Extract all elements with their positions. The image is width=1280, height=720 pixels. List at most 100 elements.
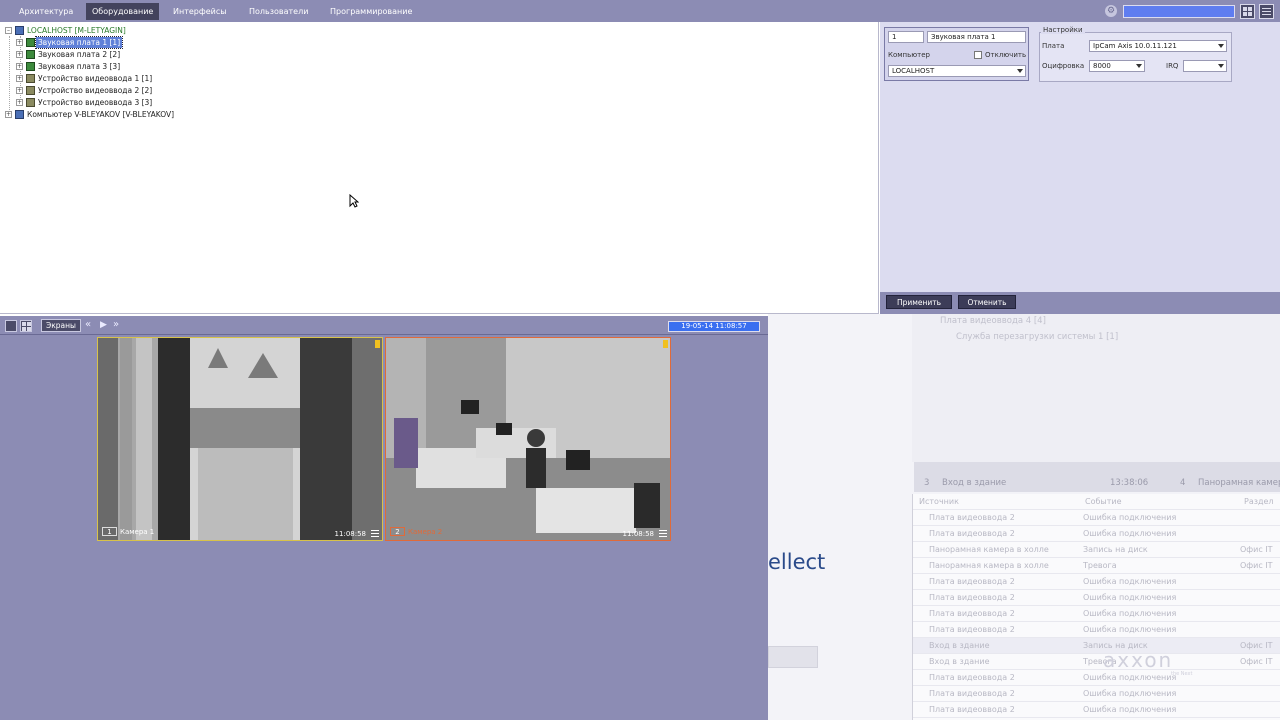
video-input-icon [26, 86, 35, 95]
table-row: Плата видеоввода 2 Ошибка подключения [913, 606, 1280, 622]
computer-label: Компьютер [888, 51, 930, 59]
single-layout-button[interactable] [5, 320, 17, 332]
row-event: Ошибка подключения [1083, 705, 1177, 714]
row-source: Панорамная камера в холле [929, 561, 1049, 570]
row-source: Плата видеоввода 2 [929, 577, 1015, 586]
background-strip-label: Вход в здание [942, 478, 1007, 488]
main-menu-bar: Архитектура Оборудование Интерфейсы Поль… [0, 0, 1280, 22]
collapse-icon[interactable]: – [5, 27, 12, 34]
irq-select[interactable] [1183, 60, 1227, 72]
computer-icon [15, 110, 24, 119]
tab-hardware[interactable]: Оборудование [86, 3, 160, 20]
board-select[interactable]: IpCam Axis 10.0.11.121 [1089, 40, 1227, 52]
dropdown-arrow-icon [1218, 44, 1224, 48]
row-section: Офис IT [1240, 561, 1273, 570]
camera-1-view[interactable]: 1 Камера 1 11:08:58 [97, 337, 383, 541]
grid-layout-button[interactable] [20, 320, 32, 332]
tree-item-computer-v-bleyakov[interactable]: + Компьютер V-BLEYAKOV [V-BLEYAKOV] [0, 109, 300, 120]
row-source: Плата видеоввода 2 [929, 593, 1015, 602]
row-event: Тревога [1083, 561, 1117, 570]
expand-icon[interactable]: + [16, 63, 23, 70]
tab-architecture[interactable]: Архитектура [13, 3, 79, 20]
apply-button[interactable]: Применить [886, 295, 952, 309]
digitize-label: Оцифровка [1042, 62, 1085, 70]
layout-grid-button[interactable] [1240, 4, 1255, 19]
row-source: Плата видеоввода 2 [929, 609, 1015, 618]
row-source: Вход в здание [929, 657, 990, 666]
tree-item-sound-card-2[interactable]: + Звуковая плата 2 [2] [0, 49, 300, 60]
dropdown-arrow-icon [1136, 64, 1142, 68]
row-event: Ошибка подключения [1083, 577, 1177, 586]
digitize-select-value: 8000 [1093, 62, 1111, 70]
object-id-field[interactable]: 1 [888, 31, 924, 43]
expand-icon[interactable]: + [16, 75, 23, 82]
tree-item-video-input-2[interactable]: + Устройство видеоввода 2 [2] [0, 85, 300, 96]
expand-icon[interactable]: + [5, 111, 12, 118]
row-source: Плата видеоввода 2 [929, 625, 1015, 634]
hardware-tree-panel: – LOCALHOST [M-LETYAGIN] + Звуковая плат… [0, 22, 879, 314]
tree-item-video-input-1[interactable]: + Устройство видеоввода 1 [1] [0, 73, 300, 84]
row-event: Ошибка подключения [1083, 513, 1177, 522]
camera-menu-icon[interactable] [371, 530, 379, 537]
cancel-button[interactable]: Отменить [958, 295, 1016, 309]
board-select-value: IpCam Axis 10.0.11.121 [1093, 42, 1177, 50]
row-event: Ошибка подключения [1083, 689, 1177, 698]
tree-item-label: Компьютер V-BLEYAKOV [V-BLEYAKOV] [27, 110, 175, 119]
tree-item-localhost[interactable]: – LOCALHOST [M-LETYAGIN] [0, 25, 300, 36]
search-input[interactable] [1123, 5, 1235, 18]
play-icon[interactable]: ▶ [100, 319, 107, 331]
rewind-icon[interactable]: « [85, 319, 91, 331]
date-time-display: 19-05-14 11:08:57 [668, 321, 760, 332]
screens-button[interactable]: Экраны [41, 319, 81, 332]
tree-item-label: Устройство видеоввода 3 [3] [38, 98, 153, 107]
main-menu-button[interactable] [1259, 4, 1274, 19]
settings-action-bar: Применить Отменить [880, 292, 1280, 314]
row-source: Плата видеоввода 2 [929, 689, 1015, 698]
table-row: Плата видеоввода 2 Ошибка подключения [913, 622, 1280, 638]
row-section: Офис IT [1240, 641, 1273, 650]
camera-2-view[interactable]: 2 Камера 2 11:08:58 [385, 337, 671, 541]
expand-icon[interactable]: + [16, 87, 23, 94]
video-toolbar: Экраны « ▶ » 19-05-14 11:08:57 [0, 316, 768, 335]
object-settings-panel: 1 Звуковая плата 1 Компьютер Отключить L… [880, 22, 1280, 314]
background-strip-time: 13:38:06 [1110, 478, 1149, 488]
computer-select[interactable]: LOCALHOST [888, 65, 1026, 77]
fast-forward-icon[interactable]: » [113, 319, 119, 331]
irq-label: IRQ [1166, 62, 1179, 70]
background-event-table: Источник Событие Раздел Плата видеоввода… [912, 494, 1280, 720]
background-strip-label: Панорамная камера [1198, 478, 1280, 488]
tab-programming[interactable]: Программирование [324, 3, 418, 20]
tab-users[interactable]: Пользователи [243, 3, 314, 20]
sound-card-icon [26, 38, 35, 47]
tree-item-sound-card-1[interactable]: + Звуковая плата 1 [1] [0, 36, 300, 49]
camera-menu-icon[interactable] [659, 530, 667, 537]
tab-interfaces[interactable]: Интерфейсы [167, 3, 233, 20]
object-name-field[interactable]: Звуковая плата 1 [927, 31, 1026, 43]
settings-gear-icon[interactable]: ⚙ [1105, 5, 1117, 17]
camera-number: 1 [102, 527, 117, 536]
digitize-select[interactable]: 8000 [1089, 60, 1145, 72]
table-row: Плата видеоввода 2 Ошибка подключения [913, 702, 1280, 718]
camera-1-time: 11:08:58 [334, 530, 366, 538]
disable-checkbox[interactable] [974, 51, 982, 59]
camera-2-title: 2 Камера 2 [390, 527, 442, 538]
table-row: Плата видеоввода 2 Ошибка подключения [913, 670, 1280, 686]
dropdown-arrow-icon [1017, 69, 1023, 73]
tree-item-label: Устройство видеоввода 1 [1] [38, 74, 153, 83]
expand-icon[interactable]: + [16, 39, 23, 46]
disable-label: Отключить [985, 51, 1027, 59]
tree-item-sound-card-3[interactable]: + Звуковая плата 3 [3] [0, 61, 300, 72]
settings-group-title: Настройки [1041, 26, 1085, 34]
expand-icon[interactable]: + [16, 51, 23, 58]
row-event: Ошибка подключения [1083, 593, 1177, 602]
row-section: Офис IT [1240, 545, 1273, 554]
tree-item-video-input-3[interactable]: + Устройство видеоввода 3 [3] [0, 97, 300, 108]
sound-card-icon [26, 62, 35, 71]
row-event: Ошибка подключения [1083, 673, 1177, 682]
table-row: Панорамная камера в холле Запись на диск О… [913, 542, 1280, 558]
axxon-slogan: the Next [1171, 671, 1193, 677]
expand-icon[interactable]: + [16, 99, 23, 106]
camera-name: Камера 2 [408, 528, 443, 536]
axxon-logo: axxon [1103, 648, 1174, 672]
background-camera-strip: 3 Вход в здание 13:38:06 4 Панорамная ка… [914, 462, 1280, 492]
